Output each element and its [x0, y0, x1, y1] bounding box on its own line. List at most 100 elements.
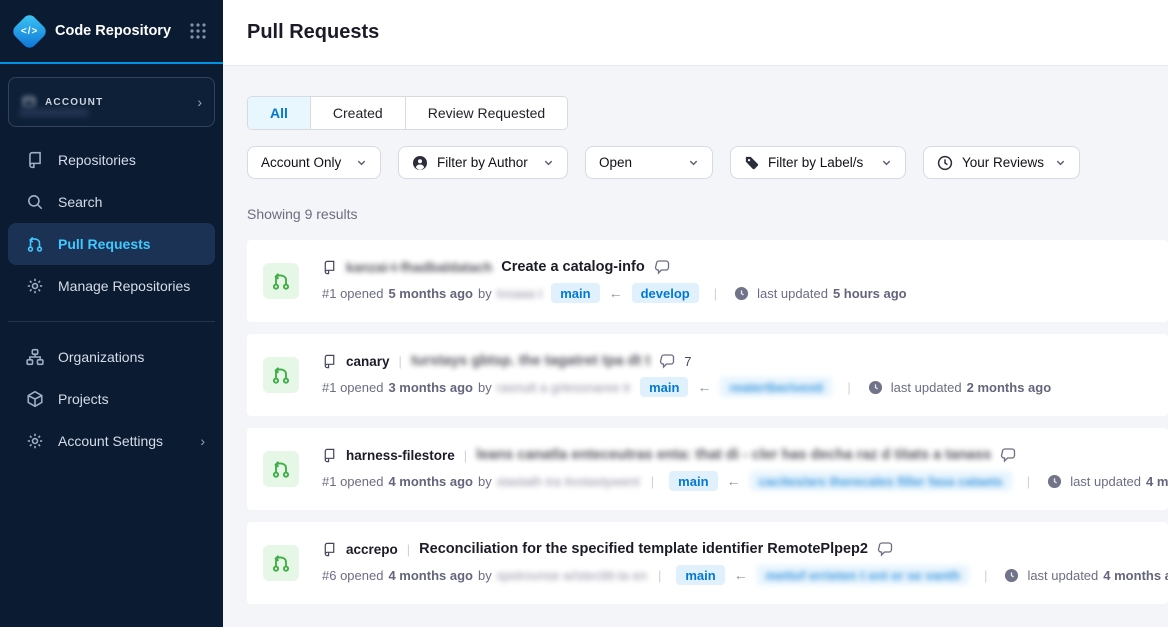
repo-name[interactable]: canary	[346, 354, 390, 369]
sidebar-item-label: Repositories	[58, 152, 136, 168]
sidebar-item-search[interactable]: Search	[8, 181, 215, 223]
comment-icon	[659, 353, 675, 369]
pull-request-row[interactable]: accrepo | Reconciliation for the specifi…	[247, 522, 1168, 604]
repo-name[interactable]: accrepo	[346, 542, 398, 557]
separator: |	[847, 380, 850, 395]
chevron-down-icon	[881, 157, 892, 168]
sidebar-item-label: Search	[58, 194, 102, 210]
app-window: </> Code Repository ACCOUNT ›	[0, 0, 1168, 627]
updated-clock-icon	[1047, 474, 1062, 489]
sidebar-item-label: Organizations	[58, 349, 144, 365]
pr-author[interactable]: rasnutt a grtessnaree tr	[497, 380, 631, 395]
filter-label: Your Reviews	[962, 155, 1044, 170]
pr-author[interactable]: stastath tra tivotastywent	[497, 474, 640, 489]
pr-title[interactable]: Reconciliation for the specified templat…	[419, 541, 868, 557]
source-branch-badge[interactable]: reatertberivesti	[720, 377, 832, 397]
target-branch-badge[interactable]: main	[640, 377, 688, 397]
tab-review-requested[interactable]: Review Requested	[406, 97, 568, 129]
pr-author[interactable]: txsaaa t	[497, 286, 543, 301]
pr-opened-ago: 4 months ago	[388, 474, 473, 489]
sidebar-nav: Repositories Search Pull Requests	[0, 139, 223, 462]
repo-icon	[26, 151, 44, 169]
author-filter-dropdown[interactable]: Filter by Author	[398, 146, 568, 179]
repo-name[interactable]: kanzai-t-fhadbaldatach	[346, 260, 492, 275]
app-brand: Code Repository	[55, 23, 189, 39]
clock-icon	[937, 155, 953, 171]
target-branch-badge[interactable]: main	[676, 565, 724, 585]
comment-icon	[1000, 447, 1016, 463]
updated-clock-icon	[868, 380, 883, 395]
target-branch-badge[interactable]: main	[551, 283, 599, 303]
pr-updated-ago: 4 months ago	[1103, 568, 1168, 583]
sidebar-item-pull-requests[interactable]: Pull Requests	[8, 223, 215, 265]
pr-opened-ago: 5 months ago	[388, 286, 473, 301]
sidebar-item-organizations[interactable]: Organizations	[8, 336, 215, 378]
last-updated-label: last updated	[1027, 568, 1098, 583]
sidebar-item-repositories[interactable]: Repositories	[8, 139, 215, 181]
page-content: All Created Review Requested Account Onl…	[223, 66, 1168, 627]
source-branch-badge[interactable]: mettof errieten t ent er se vanth	[757, 565, 969, 585]
pr-number-opened: #1 opened	[322, 380, 383, 395]
sidebar-item-label: Manage Repositories	[58, 278, 190, 294]
pr-number-opened: #6 opened	[322, 568, 383, 583]
pr-updated-ago: 5 hours ago	[833, 286, 907, 301]
scope-filter-dropdown[interactable]: Account Only	[247, 146, 381, 179]
separator: |	[407, 542, 410, 557]
pull-request-icon	[26, 235, 44, 253]
app-switcher-icon[interactable]	[189, 22, 207, 40]
comment-icon	[654, 259, 670, 275]
pr-title[interactable]: leans canatla enteceutras enta: that di …	[476, 447, 991, 463]
pr-updated-ago: 4 months ago	[1146, 474, 1168, 489]
user-icon	[412, 155, 428, 171]
sidebar-item-account-settings[interactable]: Account Settings ›	[8, 420, 215, 462]
target-branch-badge[interactable]: main	[669, 471, 717, 491]
sidebar-item-label: Pull Requests	[58, 236, 151, 252]
pr-title[interactable]: Create a catalog-info	[501, 259, 644, 275]
account-selector[interactable]: ACCOUNT ›	[8, 77, 215, 127]
chevron-down-icon	[543, 157, 554, 168]
org-chart-icon	[26, 348, 44, 366]
repo-icon	[322, 542, 337, 557]
pr-updated-ago: 2 months ago	[967, 380, 1052, 395]
label-filter-dropdown[interactable]: Filter by Label/s	[730, 146, 906, 179]
filter-label: Account Only	[261, 155, 341, 170]
pull-request-icon	[263, 357, 299, 393]
page-title: Pull Requests	[247, 21, 379, 44]
state-filter-dropdown[interactable]: Open	[585, 146, 713, 179]
reviews-filter-dropdown[interactable]: Your Reviews	[923, 146, 1080, 179]
chevron-right-icon: ›	[197, 94, 202, 110]
updated-clock-icon	[734, 286, 749, 301]
by-label: by	[478, 380, 492, 395]
sidebar-item-projects[interactable]: Projects	[8, 378, 215, 420]
tag-icon	[744, 155, 759, 170]
pull-request-row[interactable]: kanzai-t-fhadbaldatach Create a catalog-…	[247, 240, 1168, 322]
separator: |	[714, 286, 717, 301]
page-header: Pull Requests	[223, 0, 1168, 66]
pr-title[interactable]: turstays gbtsp. the tagatret tpa dt t	[411, 353, 650, 369]
search-icon	[26, 193, 44, 211]
pr-number-opened: #1 opened	[322, 286, 383, 301]
tab-created[interactable]: Created	[311, 97, 406, 129]
gear-icon	[26, 432, 44, 450]
chevron-down-icon	[356, 157, 367, 168]
sidebar: </> Code Repository ACCOUNT ›	[0, 0, 223, 627]
source-branch-badge[interactable]: cacites/ars therecales filler fasa catae…	[750, 471, 1012, 491]
last-updated-label: last updated	[757, 286, 828, 301]
pull-request-row[interactable]: canary | turstays gbtsp. the tagatret tp…	[247, 334, 1168, 416]
source-branch-badge[interactable]: develop	[632, 283, 699, 303]
repo-icon	[322, 354, 337, 369]
sidebar-item-manage-repositories[interactable]: Manage Repositories	[8, 265, 215, 307]
sidebar-header: </> Code Repository	[0, 0, 223, 64]
separator: |	[1027, 474, 1030, 489]
pull-request-row[interactable]: harness-filestore | leans canatla entece…	[247, 428, 1168, 510]
pr-author[interactable]: spstrovnse w/stectitt-ta en	[497, 568, 647, 583]
filter-label: Filter by Label/s	[768, 155, 863, 170]
cube-icon	[26, 390, 44, 408]
filter-bar: Account Only Filter by Author Open	[247, 146, 1168, 179]
sidebar-item-label: Projects	[58, 391, 109, 407]
arrow-left-icon: ←	[609, 285, 623, 301]
pr-tabs: All Created Review Requested	[247, 96, 568, 130]
tab-all[interactable]: All	[248, 97, 311, 129]
repo-name[interactable]: harness-filestore	[346, 448, 455, 463]
last-updated-label: last updated	[1070, 474, 1141, 489]
